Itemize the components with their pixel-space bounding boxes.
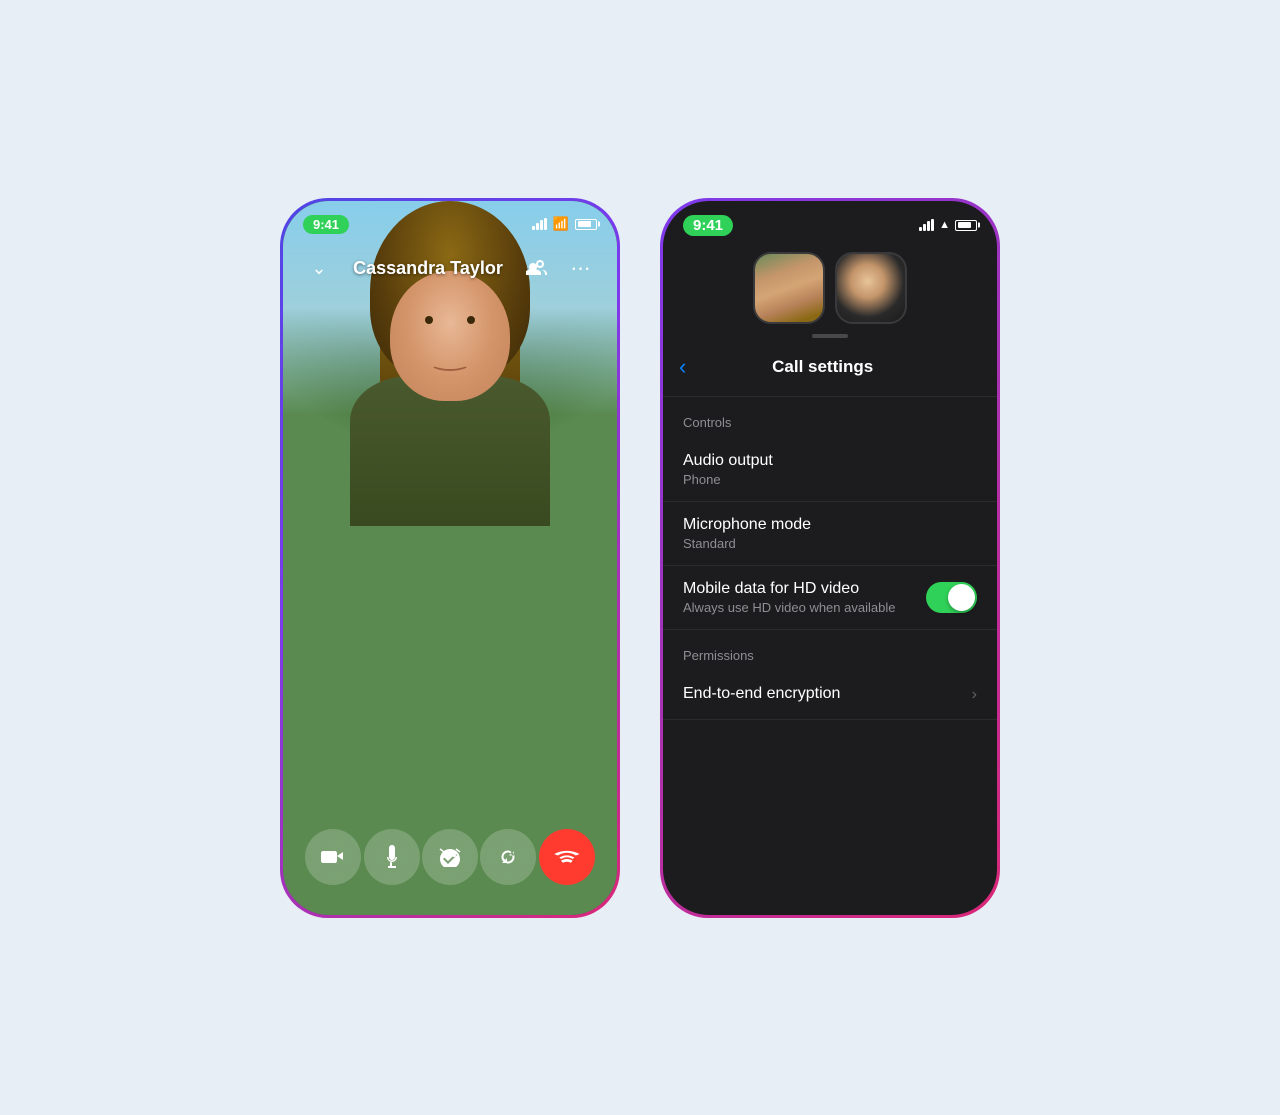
more-options-icon[interactable]: ⋯ [565, 253, 597, 285]
microphone-mode-title: Microphone mode [683, 516, 977, 534]
back-button[interactable]: ‹ [679, 354, 686, 380]
call-header: ⌄ Cassandra Taylor ⋯ [283, 245, 617, 293]
smile [430, 356, 470, 371]
microphone-mode-row[interactable]: Microphone mode Standard [663, 502, 997, 566]
effects-button[interactable] [422, 829, 478, 885]
encryption-title: End-to-end encryption [683, 685, 840, 703]
right-phone: 9:41 ▲ [660, 198, 1000, 918]
mobile-data-title: Mobile data for HD video [683, 580, 926, 598]
mobile-data-row[interactable]: Mobile data for HD video Always use HD v… [663, 566, 997, 630]
settings-title: Call settings [694, 357, 951, 377]
audio-output-title: Audio output [683, 452, 977, 470]
chevron-right-icon: › [972, 686, 977, 704]
settings-screen: 9:41 ▲ [663, 201, 997, 915]
eye-right [467, 316, 475, 324]
person [283, 201, 617, 915]
right-phone-inner: 9:41 ▲ [663, 201, 997, 915]
settings-time: 9:41 [683, 215, 733, 236]
battery-icon [575, 219, 597, 230]
back-chevron-icon[interactable]: ⌄ [303, 253, 335, 285]
signal-icon [532, 218, 547, 230]
video-call-screen: 9:41 📶 [283, 201, 617, 915]
left-phone: 9:41 📶 [280, 198, 620, 918]
flip-camera-button[interactable] [480, 829, 536, 885]
microphone-button[interactable] [364, 829, 420, 885]
sheet-handle [812, 334, 848, 338]
end-call-button[interactable] [539, 829, 595, 885]
left-phone-inner: 9:41 📶 [283, 201, 617, 915]
audio-output-row[interactable]: Audio output Phone [663, 438, 997, 502]
video-controls [283, 829, 617, 885]
controls-section-header: Controls [663, 397, 997, 438]
video-toggle-button[interactable] [305, 829, 361, 885]
settings-signal-icon [919, 219, 934, 231]
status-icons: 📶 [532, 216, 597, 232]
encryption-row[interactable]: End-to-end encryption › [663, 671, 997, 720]
hd-video-toggle[interactable] [926, 582, 977, 613]
settings-nav: ‹ Call settings [663, 346, 997, 397]
eye-left [425, 316, 433, 324]
avatars-row [663, 240, 997, 334]
time-pill: 9:41 [303, 215, 349, 234]
microphone-mode-subtitle: Standard [683, 536, 977, 551]
audio-output-subtitle: Phone [683, 472, 977, 487]
video-status-bar: 9:41 📶 [283, 201, 617, 242]
wifi-icon: 📶 [553, 216, 569, 232]
settings-status-icons: ▲ [919, 219, 977, 231]
add-person-icon[interactable] [521, 253, 553, 285]
mobile-data-subtitle: Always use HD video when available [683, 600, 926, 615]
toggle-knob [948, 584, 975, 611]
permissions-section-header: Permissions [663, 630, 997, 671]
avatar-2 [835, 252, 907, 324]
settings-wifi-icon: ▲ [939, 219, 950, 231]
photo-background [283, 201, 617, 915]
phones-container: 9:41 📶 [240, 158, 1040, 958]
settings-status-bar: 9:41 ▲ [663, 201, 997, 240]
avatar-1 [753, 252, 825, 324]
caller-name: Cassandra Taylor [335, 258, 521, 279]
settings-battery-icon [955, 220, 977, 231]
